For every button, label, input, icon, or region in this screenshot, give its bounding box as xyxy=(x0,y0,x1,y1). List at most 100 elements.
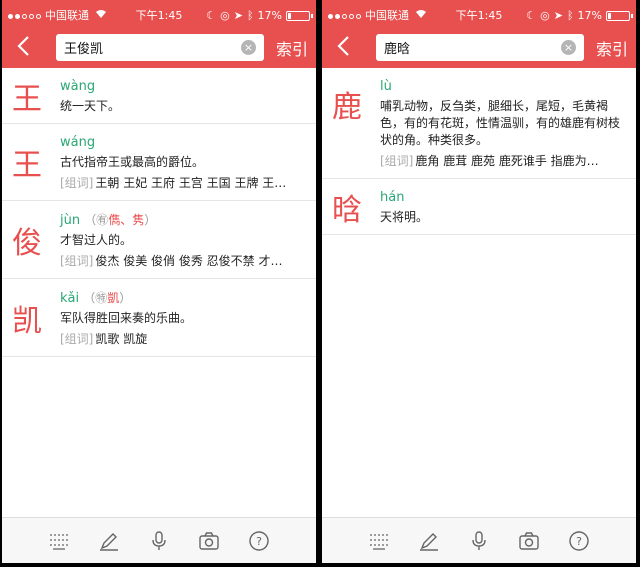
back-button[interactable] xyxy=(14,34,34,58)
clear-icon[interactable]: × xyxy=(241,40,256,55)
list-item[interactable]: 鹿 lù 哺乳动物，反刍类，腿细长，尾短，毛黄褐色，有的有花斑，性情温驯，有的雄… xyxy=(322,68,636,179)
index-button[interactable]: 索引 xyxy=(596,36,628,60)
keyboard-icon xyxy=(50,533,68,550)
entry-words: [组词] 凯歌 凯旋 xyxy=(60,330,306,348)
camera-icon xyxy=(519,531,539,550)
camera-icon xyxy=(199,531,219,550)
words-tag: [组词] xyxy=(60,176,94,190)
handwriting-button[interactable] xyxy=(96,528,122,554)
list-item[interactable]: 俊 jùn （㊒儁、隽） 才智过人的。 [组词] 俊杰 俊美 俊俏 俊秀 忍俊不禁… xyxy=(2,201,316,279)
lock-rotation-icon: ◎ xyxy=(540,9,550,22)
keyboard-button[interactable] xyxy=(46,528,72,554)
pinyin-text: kǎi xyxy=(60,291,80,306)
words-tag: [组词] xyxy=(60,254,94,268)
entry-meaning: 军队得胜回来奏的乐曲。 xyxy=(60,311,193,325)
words-list: 凯歌 凯旋 xyxy=(95,332,148,346)
moon-icon: ☾ xyxy=(526,9,537,22)
entry-char: 晗 xyxy=(332,192,362,228)
voice-button[interactable] xyxy=(466,528,492,554)
location-icon: ➤ xyxy=(233,9,243,22)
list-item[interactable]: 晗 hán 天将明。 xyxy=(322,179,636,235)
entry-meaning: 统一天下。 xyxy=(60,99,121,113)
header-bar: 中国联通 下午1:45 ☾ ◎ ➤ ᛒ 17% × 索引 xyxy=(2,0,316,68)
keyboard-icon xyxy=(370,533,388,550)
pencil-icon xyxy=(100,532,118,551)
moon-icon: ☾ xyxy=(206,9,217,22)
entry-char: 王 xyxy=(12,148,42,183)
entry-pinyin: lù xyxy=(380,79,392,94)
location-icon: ➤ xyxy=(553,9,563,22)
phone-screen-right: 中国联通 下午1:45 ☾ ◎ ➤ ᛒ 17% × 索引 xyxy=(322,0,636,563)
list-item[interactable]: 王 wáng 古代指帝王或最高的爵位。 [组词] 王朝 王妃 王府 王宫 王国 王… xyxy=(2,124,316,201)
entry-meaning: 哺乳动物，反刍类，腿细长，尾短，毛黄褐色，有的有花斑，性情温驯，有的雄鹿有树枝状… xyxy=(380,99,621,147)
entry-pinyin: wàng xyxy=(60,79,96,94)
entry-meaning: 才智过人的。 xyxy=(60,233,133,247)
words-list: 俊杰 俊美 俊俏 俊秀 忍俊不禁 才… xyxy=(95,254,283,268)
microphone-icon xyxy=(152,530,166,550)
entry-char: 鹿 xyxy=(332,90,362,125)
help-button[interactable]: ? xyxy=(566,528,592,554)
battery-percent: 17% xyxy=(577,9,602,22)
entry-char: 王 xyxy=(12,81,42,117)
pencil-icon xyxy=(420,532,438,551)
entry-meaning: 天将明。 xyxy=(380,210,429,224)
entry-pinyin: wáng xyxy=(60,135,96,150)
words-list: 王朝 王妃 王府 王宫 王国 王牌 王… xyxy=(95,176,287,190)
entry-words: [组词] 鹿角 鹿茸 鹿苑 鹿死谁手 指鹿为… xyxy=(380,152,626,170)
index-button[interactable]: 索引 xyxy=(276,36,308,60)
search-box: × xyxy=(56,34,264,61)
svg-text:?: ? xyxy=(256,535,262,548)
microphone-icon xyxy=(472,530,486,550)
variant-forms: （㊒儁、隽） xyxy=(84,213,156,227)
back-button[interactable] xyxy=(334,34,354,58)
bottom-toolbar: ? xyxy=(322,517,636,563)
keyboard-button[interactable] xyxy=(366,528,392,554)
battery-icon xyxy=(286,11,313,21)
list-item[interactable]: 凯 kǎi （㊕凱） 军队得胜回来奏的乐曲。 [组词] 凯歌 凯旋 xyxy=(2,279,316,357)
clear-icon[interactable]: × xyxy=(561,40,576,55)
svg-text:?: ? xyxy=(576,535,582,548)
entry-char: 凯 xyxy=(12,303,42,339)
entry-pinyin: jùn （㊒儁、隽） xyxy=(60,211,308,230)
chevron-left-icon xyxy=(17,36,29,56)
status-bar: 中国联通 下午1:45 ☾ ◎ ➤ ᛒ 17% xyxy=(2,8,316,24)
variant-suffix: ） xyxy=(119,291,132,305)
status-bar: 中国联通 下午1:45 ☾ ◎ ➤ ᛒ 17% xyxy=(322,8,636,24)
bottom-toolbar: ? xyxy=(2,517,316,563)
variant-suffix: ） xyxy=(144,213,157,227)
battery-percent: 17% xyxy=(257,9,282,22)
words-tag: [组词] xyxy=(60,332,94,346)
chevron-left-icon xyxy=(337,36,349,56)
variant-forms: （㊕凱） xyxy=(83,291,131,305)
entry-words: [组词] 王朝 王妃 王府 王宫 王国 王牌 王… xyxy=(60,174,306,192)
pinyin-text: jùn xyxy=(60,213,81,228)
bluetooth-icon: ᛒ xyxy=(246,9,254,22)
entry-pinyin: hán xyxy=(380,190,405,205)
search-input[interactable] xyxy=(384,34,554,61)
variant-prefix: （㊕ xyxy=(83,291,108,305)
help-icon: ? xyxy=(249,530,269,551)
bluetooth-icon: ᛒ xyxy=(566,9,574,22)
result-list: 鹿 lù 哺乳动物，反刍类，腿细长，尾短，毛黄褐色，有的有花斑，性情温驯，有的雄… xyxy=(322,68,636,235)
phone-screen-left: 中国联通 下午1:45 ☾ ◎ ➤ ᛒ 17% × 索引 xyxy=(2,0,316,563)
variant-alt: 儁、隽 xyxy=(108,213,145,227)
entry-char: 俊 xyxy=(12,225,42,261)
words-tag: [组词] xyxy=(380,154,414,168)
help-button[interactable]: ? xyxy=(246,528,272,554)
battery-icon xyxy=(606,11,633,21)
voice-button[interactable] xyxy=(146,528,172,554)
search-input[interactable] xyxy=(64,34,234,61)
result-list: 王 wàng 统一天下。 王 wáng 古代指帝王或最高的爵位。 [组词] 王朝 … xyxy=(2,68,316,357)
handwriting-button[interactable] xyxy=(416,528,442,554)
header-bar: 中国联通 下午1:45 ☾ ◎ ➤ ᛒ 17% × 索引 xyxy=(322,0,636,68)
words-list: 鹿角 鹿茸 鹿苑 鹿死谁手 指鹿为… xyxy=(415,154,599,168)
search-box: × xyxy=(376,34,584,61)
help-icon: ? xyxy=(569,530,589,551)
variant-prefix: （㊒ xyxy=(84,213,109,227)
camera-button[interactable] xyxy=(516,528,542,554)
entry-pinyin: kǎi （㊕凱） xyxy=(60,289,308,308)
list-item[interactable]: 王 wàng 统一天下。 xyxy=(2,68,316,124)
entry-meaning: 古代指帝王或最高的爵位。 xyxy=(60,155,205,169)
camera-button[interactable] xyxy=(196,528,222,554)
variant-alt: 凱 xyxy=(107,291,120,305)
